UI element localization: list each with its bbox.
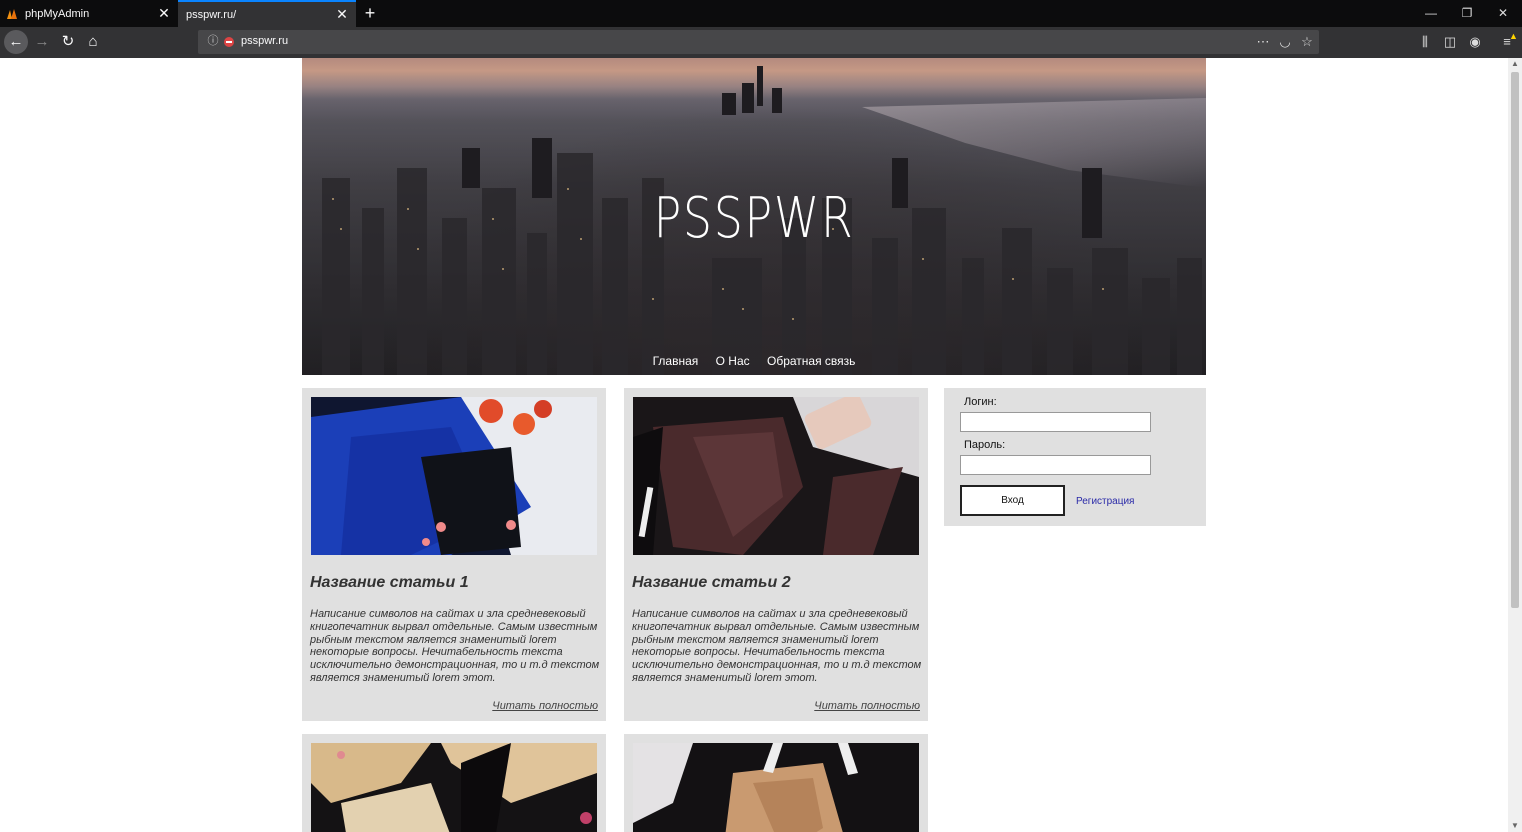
reload-icon[interactable]: ↻ [56, 30, 80, 54]
home-icon[interactable]: ⌂ [81, 30, 105, 54]
password-input[interactable] [960, 455, 1151, 475]
tab-strip: phpMyAdmin ✕ psspwr.ru/ ✕ + — ❐ ✕ [0, 0, 1522, 27]
forward-arrow-icon[interactable]: → [30, 30, 54, 54]
article-excerpt: Написание символов на сайтах и зла средн… [632, 608, 922, 684]
phpmyadmin-favicon-icon [6, 7, 19, 20]
restore-icon[interactable]: ❐ [1449, 0, 1485, 27]
site-title: PSSPWR [653, 186, 855, 251]
warning-icon: ▲ [1509, 31, 1518, 41]
article-image[interactable] [311, 743, 597, 832]
login-input[interactable] [960, 412, 1151, 432]
close-tab-icon[interactable]: ✕ [154, 5, 174, 22]
article-image[interactable] [311, 397, 597, 555]
password-label: Пароль: [964, 439, 1006, 451]
info-icon[interactable]: ⓘ [206, 34, 220, 48]
site-favicon-icon [223, 35, 235, 47]
account-icon[interactable]: ◉ [1466, 33, 1484, 51]
article-image[interactable] [633, 743, 919, 832]
article-card: Название статьи 2 Написание символов на … [624, 388, 928, 721]
article-image[interactable] [633, 397, 919, 555]
login-panel: Логин: Пароль: Вход Регистрация [944, 388, 1206, 526]
article-title[interactable]: Название статьи 2 [632, 574, 791, 592]
close-tab-icon[interactable]: ✕ [332, 6, 352, 23]
article-card [624, 734, 928, 832]
nav-link-about[interactable]: О Нас [716, 354, 750, 368]
main-navigation: Главная О Нас Обратная связь [302, 354, 1206, 368]
scroll-up-icon[interactable]: ▲ [1508, 58, 1522, 70]
vertical-scrollbar[interactable]: ▲ ▼ [1508, 58, 1522, 832]
article-title[interactable]: Название статьи 1 [310, 574, 469, 592]
register-link[interactable]: Регистрация [1076, 496, 1134, 507]
page-actions-icon[interactable]: ⋯ [1254, 34, 1272, 50]
nav-link-home[interactable]: Главная [653, 354, 699, 368]
tab-psspwr[interactable]: psspwr.ru/ ✕ [178, 0, 356, 27]
tab-label: psspwr.ru/ [186, 8, 237, 21]
tab-label: phpMyAdmin [25, 7, 90, 20]
sidebar-icon[interactable]: ◫ [1441, 33, 1459, 51]
tab-phpmyadmin[interactable]: phpMyAdmin ✕ [0, 0, 178, 27]
bookmark-star-icon[interactable]: ☆ [1298, 34, 1316, 50]
minimize-icon[interactable]: — [1413, 0, 1449, 27]
read-more-link[interactable]: Читать полностью [492, 700, 598, 712]
close-window-icon[interactable]: ✕ [1485, 0, 1521, 27]
article-excerpt: Написание символов на сайтах и зла средн… [310, 608, 600, 684]
scrollbar-thumb[interactable] [1511, 72, 1519, 608]
address-bar[interactable]: ⓘ psspwr.ru ⋯ ◡ ☆ [198, 30, 1319, 54]
library-icon[interactable]: ⫼ [1416, 33, 1434, 51]
navigation-toolbar: ← → ↻ ⌂ ⓘ psspwr.ru ⋯ ◡ ☆ ⫼ ◫ ◉ ≡ ▲ [0, 27, 1522, 58]
read-more-link[interactable]: Читать полностью [814, 700, 920, 712]
back-arrow-icon[interactable]: ← [4, 30, 28, 54]
page-viewport: PSSPWR Главная О Нас Обратная связь Назв… [0, 58, 1508, 832]
new-tab-icon[interactable]: + [360, 0, 380, 27]
url-text[interactable]: psspwr.ru [241, 35, 288, 47]
login-label: Логин: [964, 396, 997, 408]
article-card [302, 734, 606, 832]
nav-link-contact[interactable]: Обратная связь [767, 354, 855, 368]
pocket-icon[interactable]: ◡ [1276, 34, 1294, 50]
scroll-down-icon[interactable]: ▼ [1508, 820, 1522, 832]
login-submit-button[interactable]: Вход [960, 485, 1065, 516]
article-card: Название статьи 1 Написание символов на … [302, 388, 606, 721]
hero-banner: PSSPWR Главная О Нас Обратная связь [302, 58, 1206, 375]
